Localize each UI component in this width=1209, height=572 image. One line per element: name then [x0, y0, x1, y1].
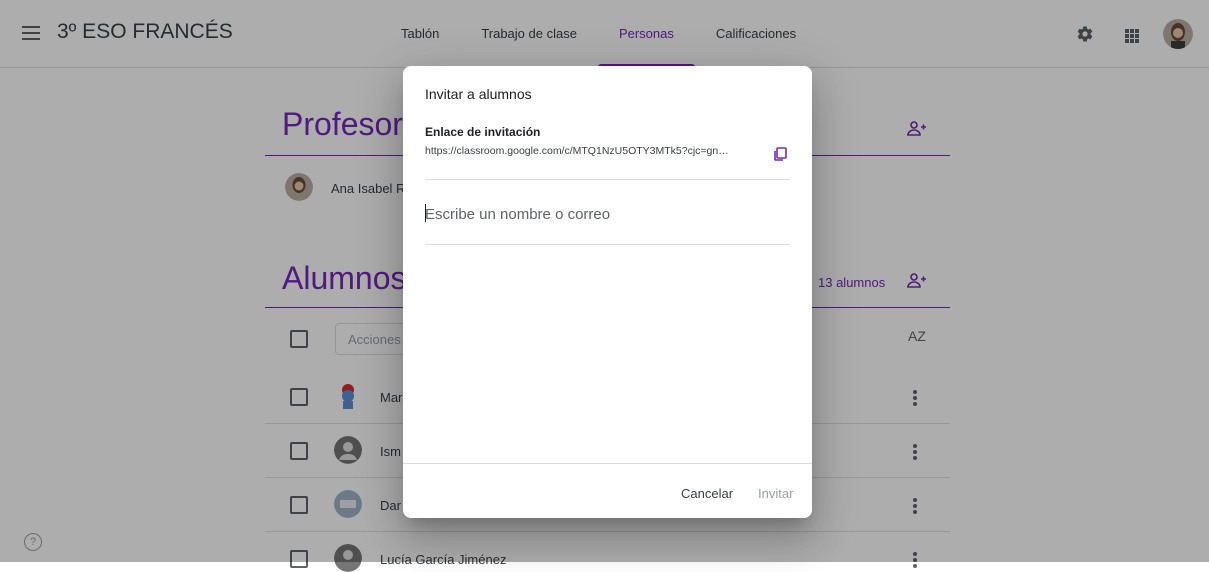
- dialog-footer-divider: [403, 463, 812, 464]
- invite-button[interactable]: Invitar: [758, 486, 793, 501]
- invite-link-label: Enlace de invitación: [425, 125, 541, 139]
- input-underline: [425, 244, 790, 245]
- dialog-divider: [425, 179, 790, 180]
- invite-students-dialog: Invitar a alumnos Enlace de invitación h…: [403, 66, 812, 518]
- invite-link-url[interactable]: https://classroom.google.com/c/MTQ1NzU5O…: [425, 145, 755, 157]
- copy-icon[interactable]: [773, 147, 787, 161]
- cancel-button[interactable]: Cancelar: [681, 486, 733, 501]
- dialog-title: Invitar a alumnos: [425, 86, 532, 102]
- name-or-email-input[interactable]: [425, 200, 790, 228]
